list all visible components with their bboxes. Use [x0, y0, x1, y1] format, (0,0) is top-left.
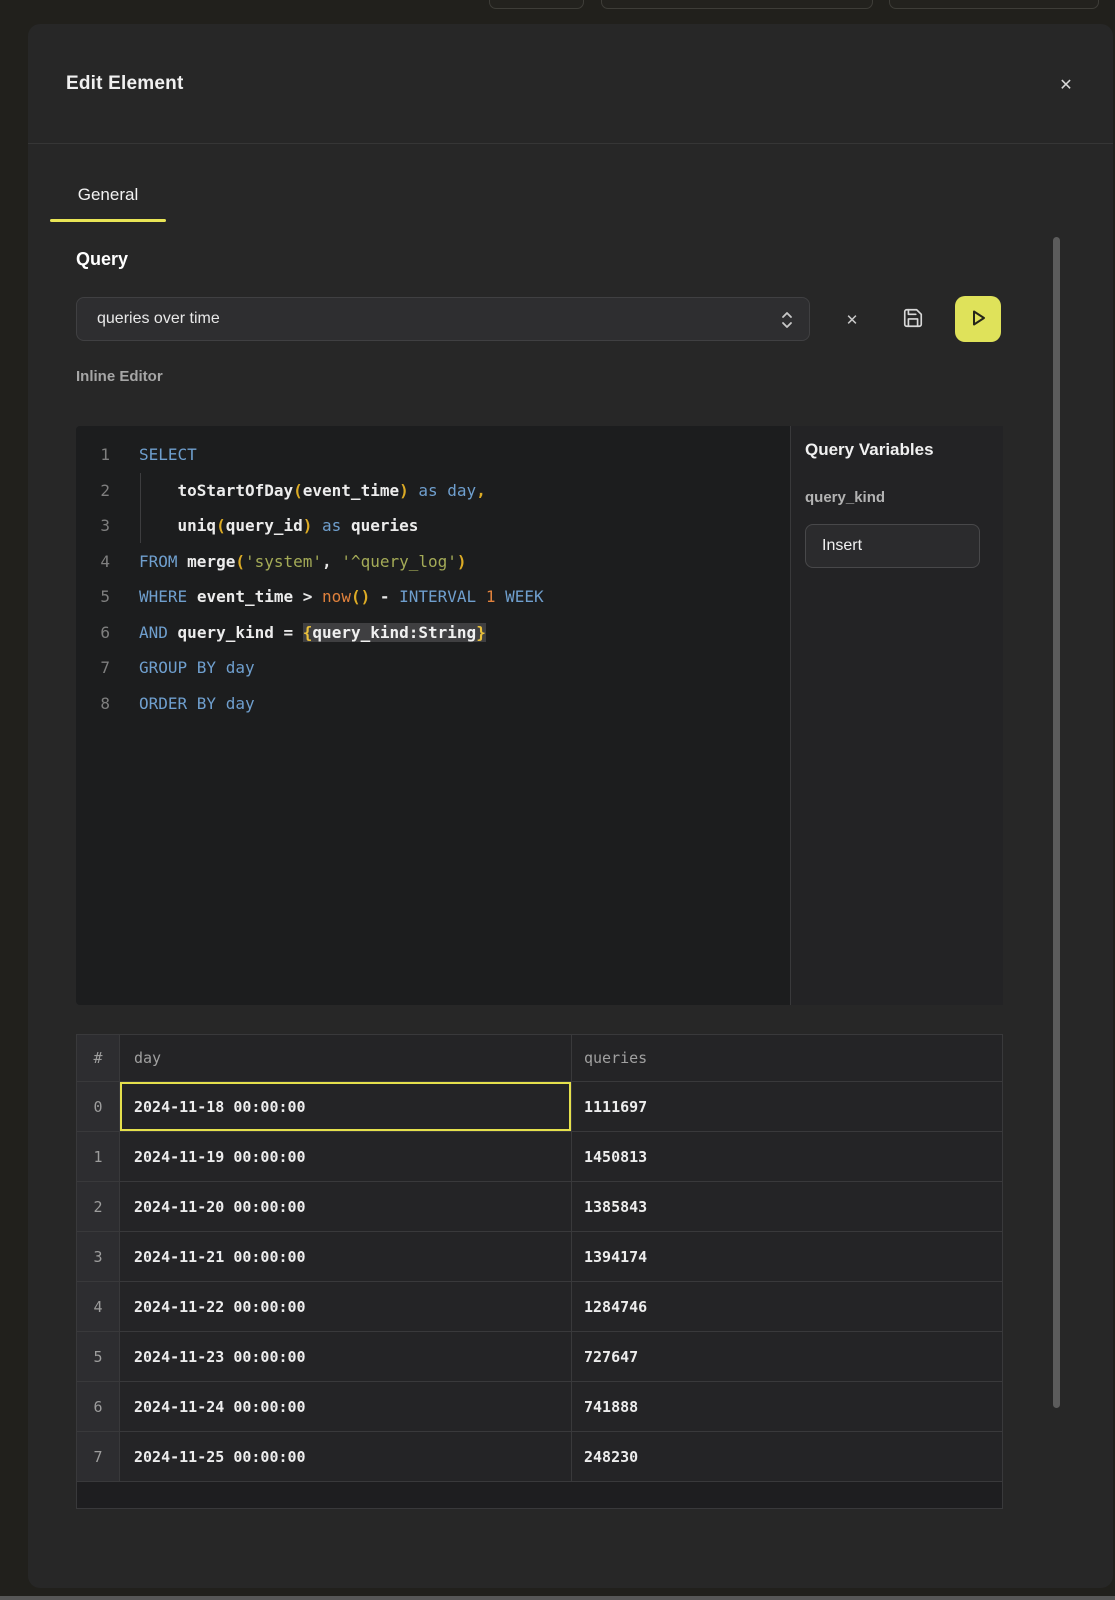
- tab-general[interactable]: General: [50, 168, 166, 222]
- cell-queries[interactable]: 1284746: [572, 1282, 1002, 1331]
- cell-day[interactable]: 2024-11-21 00:00:00: [120, 1232, 572, 1281]
- column-header-queries: queries: [572, 1035, 1002, 1081]
- horizontal-scrollbar[interactable]: [0, 1596, 1115, 1600]
- column-header-index: #: [77, 1035, 120, 1081]
- table-row: 72024-11-25 00:00:00248230: [77, 1431, 1002, 1481]
- table-body: 02024-11-18 00:00:00111169712024-11-19 0…: [77, 1081, 1002, 1481]
- cell-day[interactable]: 2024-11-24 00:00:00: [120, 1382, 572, 1431]
- row-index: 3: [77, 1232, 120, 1281]
- clear-query-button[interactable]: ✕: [840, 308, 864, 332]
- cell-day[interactable]: 2024-11-23 00:00:00: [120, 1332, 572, 1381]
- cell-queries[interactable]: 727647: [572, 1332, 1002, 1381]
- inline-editor-label: Inline Editor: [76, 368, 163, 385]
- close-icon: ✕: [1059, 75, 1072, 95]
- code-line: 4FROM merge('system', '^query_log'): [76, 544, 790, 580]
- code-text: AND query_kind = {query_kind:String}: [110, 615, 486, 651]
- row-index: 0: [77, 1082, 120, 1131]
- indent-guide: [140, 473, 141, 543]
- close-button[interactable]: ✕: [1055, 74, 1077, 96]
- code-text: WHERE event_time > now() - INTERVAL 1 WE…: [110, 579, 544, 615]
- active-tab-underline: [50, 219, 166, 222]
- row-index: 6: [77, 1382, 120, 1431]
- row-index: 7: [77, 1432, 120, 1481]
- code-line: 1SELECT: [76, 437, 790, 473]
- query-variables-panel: Query Variables query_kind Insert: [790, 426, 1003, 1005]
- table-row: 52024-11-23 00:00:00727647: [77, 1331, 1002, 1381]
- line-number: 6: [76, 615, 110, 651]
- cell-day[interactable]: 2024-11-25 00:00:00: [120, 1432, 572, 1481]
- line-number: 5: [76, 579, 110, 615]
- row-index: 1: [77, 1132, 120, 1181]
- cell-queries[interactable]: 1111697: [572, 1082, 1002, 1131]
- modal-scrollbar[interactable]: [1053, 237, 1060, 1408]
- cell-day[interactable]: 2024-11-22 00:00:00: [120, 1282, 572, 1331]
- insert-variable-button[interactable]: Insert: [805, 524, 980, 568]
- cell-queries[interactable]: 741888: [572, 1382, 1002, 1431]
- cell-day[interactable]: 2024-11-19 00:00:00: [120, 1132, 572, 1181]
- code-text: FROM merge('system', '^query_log'): [110, 544, 467, 580]
- code-text: GROUP BY day: [110, 650, 255, 686]
- code-line: 6AND query_kind = {query_kind:String}: [76, 615, 790, 651]
- background-button[interactable]: [601, 0, 873, 9]
- query-select-value: queries over time: [97, 310, 220, 328]
- row-index: 5: [77, 1332, 120, 1381]
- tab-bar: General: [28, 168, 1113, 222]
- code-line: 5WHERE event_time > now() - INTERVAL 1 W…: [76, 579, 790, 615]
- modal-header: Edit Element ✕: [28, 24, 1113, 144]
- variable-name-label: query_kind: [805, 489, 885, 506]
- table-row: 22024-11-20 00:00:001385843: [77, 1181, 1002, 1231]
- code-text: SELECT: [110, 437, 197, 473]
- code-line: 3 uniq(query_id) as queries: [76, 508, 790, 544]
- sql-editor: 1SELECT2 toStartOfDay(event_time) as day…: [76, 426, 1003, 1005]
- code-text: ORDER BY day: [110, 686, 255, 722]
- tab-general-label: General: [78, 185, 138, 205]
- cell-queries[interactable]: 1385843: [572, 1182, 1002, 1231]
- modal-title: Edit Element: [66, 73, 183, 95]
- line-number: 7: [76, 650, 110, 686]
- cell-day-selected[interactable]: 2024-11-18 00:00:00: [120, 1082, 572, 1131]
- play-icon: [966, 306, 990, 333]
- cell-queries[interactable]: 1394174: [572, 1232, 1002, 1281]
- column-header-day: day: [120, 1035, 572, 1081]
- table-bottom-scroll-track[interactable]: [77, 1481, 1002, 1508]
- code-text: toStartOfDay(event_time) as day,: [110, 473, 486, 509]
- table-row: 32024-11-21 00:00:001394174: [77, 1231, 1002, 1281]
- background-button[interactable]: [489, 0, 584, 9]
- save-icon: [902, 307, 924, 332]
- code-line: 8ORDER BY day: [76, 686, 790, 722]
- clear-icon: ✕: [846, 311, 859, 329]
- save-query-button[interactable]: [900, 306, 926, 332]
- row-index: 2: [77, 1182, 120, 1231]
- code-line: 2 toStartOfDay(event_time) as day,: [76, 473, 790, 509]
- background-button[interactable]: [889, 0, 1099, 9]
- code-lines: 1SELECT2 toStartOfDay(event_time) as day…: [76, 426, 790, 721]
- code-line: 7GROUP BY day: [76, 650, 790, 686]
- table-row: 12024-11-19 00:00:001450813: [77, 1131, 1002, 1181]
- cell-queries[interactable]: 1450813: [572, 1132, 1002, 1181]
- code-area[interactable]: 1SELECT2 toStartOfDay(event_time) as day…: [76, 426, 790, 1005]
- cell-queries[interactable]: 248230: [572, 1432, 1002, 1481]
- table-header-row: # day queries: [77, 1035, 1002, 1081]
- line-number: 8: [76, 686, 110, 722]
- run-query-button[interactable]: [955, 296, 1001, 342]
- edit-element-modal: Edit Element ✕ General Query queries ove…: [28, 24, 1113, 1588]
- table-row: 62024-11-24 00:00:00741888: [77, 1381, 1002, 1431]
- query-select[interactable]: queries over time: [76, 297, 810, 341]
- table-row: 42024-11-22 00:00:001284746: [77, 1281, 1002, 1331]
- query-variables-heading: Query Variables: [805, 440, 934, 460]
- line-number: 4: [76, 544, 110, 580]
- line-number: 1: [76, 437, 110, 473]
- line-number: 3: [76, 508, 110, 544]
- select-up-down-icon: [781, 311, 793, 334]
- query-section-heading: Query: [76, 249, 128, 270]
- line-number: 2: [76, 473, 110, 509]
- code-text: uniq(query_id) as queries: [110, 508, 418, 544]
- table-row: 02024-11-18 00:00:001111697: [77, 1081, 1002, 1131]
- cell-day[interactable]: 2024-11-20 00:00:00: [120, 1182, 572, 1231]
- results-table: # day queries 02024-11-18 00:00:00111169…: [76, 1034, 1003, 1509]
- row-index: 4: [77, 1282, 120, 1331]
